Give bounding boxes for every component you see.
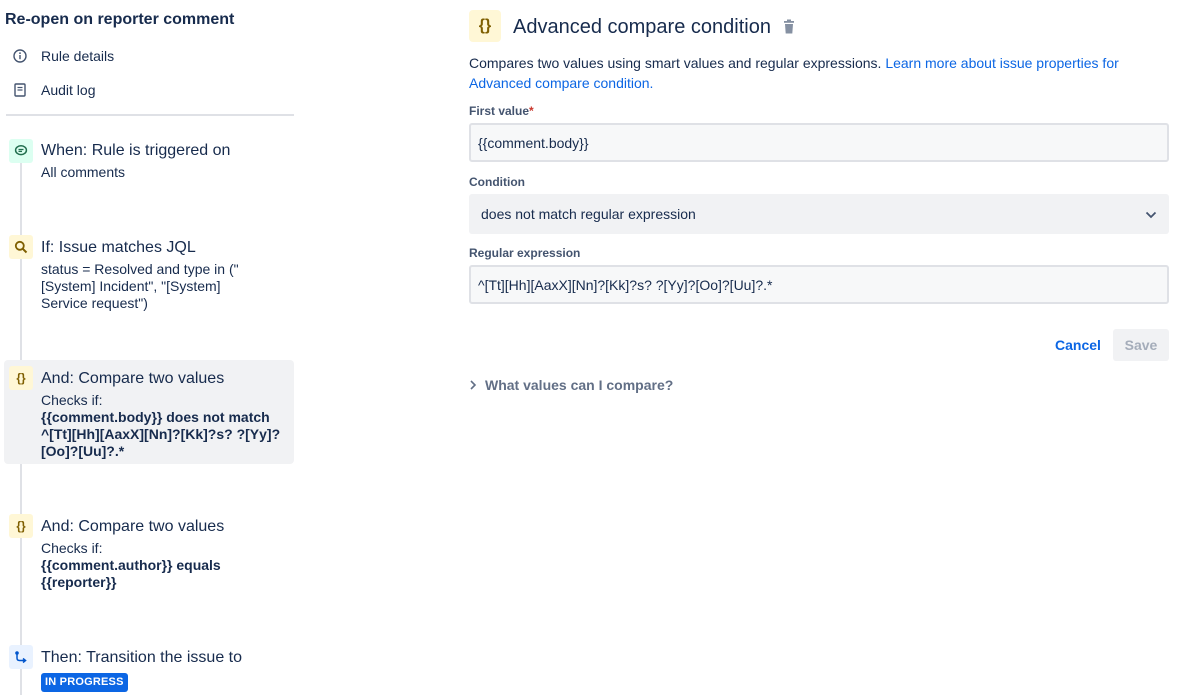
step-title: Then: Transition the issue to [41, 649, 242, 666]
chevron-down-icon [1145, 206, 1157, 222]
step-title: If: Issue matches JQL [41, 239, 196, 256]
panel-description: Compares two values using smart values a… [469, 53, 1159, 93]
condition-selected-value: does not match regular expression [481, 206, 696, 222]
step-desc: status = Resolved and type in ("[System]… [41, 261, 239, 311]
braces-icon: {} [9, 366, 33, 390]
first-value-label-text: First value [469, 104, 530, 118]
braces-icon: {} [9, 514, 33, 538]
first-value-input[interactable]: {{comment.body}} [469, 123, 1169, 162]
values-expander[interactable]: What values can I compare? [469, 377, 673, 393]
nav-audit-log[interactable]: Audit log [10, 80, 95, 100]
comment-icon [9, 139, 33, 163]
expander-label: What values can I compare? [485, 377, 674, 393]
document-icon [10, 80, 30, 100]
nav-label: Audit log [41, 82, 96, 98]
step-desc: IN PROGRESS [41, 672, 286, 692]
first-value-label: First value* [469, 104, 534, 118]
step-compare-author[interactable]: {} And: Compare two values Checks if: {{… [4, 512, 294, 592]
panel-title: Advanced compare condition [513, 16, 771, 38]
step-desc: Checks if: {{comment.body}} does not mat… [41, 392, 286, 460]
trash-icon[interactable] [782, 19, 796, 35]
divider [6, 114, 294, 116]
search-icon [9, 235, 33, 259]
rule-sidebar: Re-open on reporter comment Rule details… [0, 0, 300, 695]
rule-title: Re-open on reporter comment [5, 11, 235, 28]
step-compare-body[interactable]: {} And: Compare two values Checks if: {{… [4, 360, 294, 464]
step-desc: Checks if: {{comment.author}} equals {{r… [41, 540, 241, 591]
braces-icon: {} [469, 10, 501, 42]
step-title: When: Rule is triggered on [41, 142, 231, 159]
step-desc-prefix: Checks if: [41, 540, 103, 556]
step-title: And: Compare two values [41, 518, 225, 535]
transition-icon [9, 645, 33, 669]
condition-select[interactable]: does not match regular expression [469, 194, 1169, 234]
nav-rule-details[interactable]: Rule details [10, 46, 114, 66]
intro-text: Compares two values using smart values a… [469, 55, 886, 71]
status-lozenge: IN PROGRESS [41, 673, 128, 692]
step-jql[interactable]: If: Issue matches JQL status = Resolved … [4, 233, 294, 318]
step-desc: All comments [41, 164, 126, 180]
step-trigger[interactable]: When: Rule is triggered on All comments [4, 136, 294, 186]
cancel-button[interactable]: Cancel [1045, 329, 1111, 361]
step-desc-bold: {{comment.author}} equals {{reporter}} [41, 557, 221, 590]
regex-label: Regular expression [469, 246, 581, 260]
step-desc-prefix: Checks if: [41, 392, 103, 408]
condition-label: Condition [469, 175, 525, 189]
info-icon [10, 46, 30, 66]
step-transition[interactable]: Then: Transition the issue to IN PROGRES… [4, 643, 294, 695]
nav-label: Rule details [41, 48, 115, 64]
chevron-right-icon [469, 377, 477, 393]
save-button[interactable]: Save [1113, 329, 1169, 361]
step-title: And: Compare two values [41, 370, 225, 387]
step-desc-bold: {{comment.body}} does not match ^[Tt][Hh… [41, 409, 281, 459]
required-mark: * [529, 104, 534, 118]
regex-input[interactable]: ^[Tt][Hh][AaxX][Nn]?[Kk]?s? ?[Yy]?[Oo]?[… [469, 265, 1169, 304]
